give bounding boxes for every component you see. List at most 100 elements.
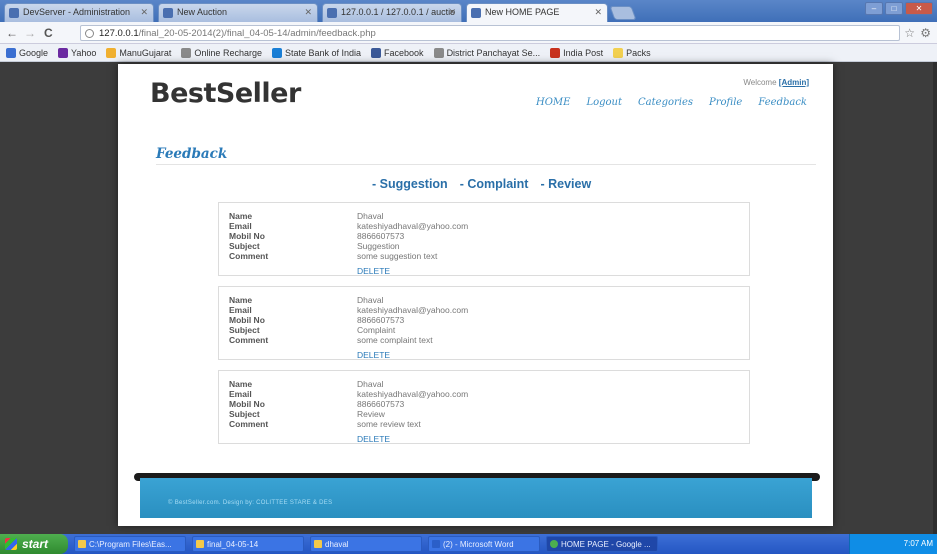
bookmark-india-post[interactable]: India Post xyxy=(550,47,603,58)
comment-label: Comment xyxy=(229,251,269,261)
tab-close-icon[interactable]: ✕ xyxy=(304,7,312,18)
page-scrollbar[interactable] xyxy=(933,62,937,534)
recharge-icon xyxy=(181,47,192,58)
taskbar-item[interactable]: final_04-05-14 xyxy=(192,536,304,552)
delete-link[interactable]: DELETE xyxy=(357,266,390,276)
taskbar-item[interactable]: (2) - Microsoft Word xyxy=(428,536,540,552)
maximize-icon[interactable]: □ xyxy=(885,2,903,15)
system-tray: 7:07 AM xyxy=(849,534,937,554)
tab-label: New Auction xyxy=(177,7,228,17)
reload-icon[interactable]: C xyxy=(44,26,53,40)
back-arrow-icon[interactable]: ← xyxy=(6,26,18,40)
os-taskbar: start C:\Program Files\Eas... final_04-0… xyxy=(0,534,937,554)
wrench-menu-icon[interactable]: ⚙ xyxy=(920,26,931,40)
tab-close-icon[interactable]: ✕ xyxy=(448,7,456,18)
facebook-icon xyxy=(371,47,382,58)
nav-categories[interactable]: Categories xyxy=(638,97,693,108)
nav-home[interactable]: HOME xyxy=(536,97,570,108)
comment-value: some complaint text xyxy=(357,335,433,345)
nav-profile[interactable]: Profile xyxy=(709,97,742,108)
taskbar-item[interactable]: dhaval xyxy=(310,536,422,552)
name-value: Dhaval xyxy=(357,211,384,221)
browser-toolbar: ← → C 127.0.0.1/final_20-05-2014(2)/fina… xyxy=(0,22,937,44)
clock[interactable]: 7:07 AM xyxy=(904,539,933,548)
browser-tab[interactable]: 127.0.0.1 / 127.0.0.1 / auctio ✕ xyxy=(322,3,462,22)
taskbar-item[interactable]: C:\Program Files\Eas... xyxy=(74,536,186,552)
india-post-icon xyxy=(550,47,561,58)
footer-text: © BestSeller.com. Design by: COLITTEE ST… xyxy=(168,500,333,506)
delete-link[interactable]: DELETE xyxy=(357,434,390,444)
folder-icon xyxy=(613,47,624,58)
nav-logout[interactable]: Logout xyxy=(586,97,622,108)
address-bar[interactable]: 127.0.0.1/final_20-05-2014(2)/final_04-0… xyxy=(80,25,900,41)
feedback-filters: - Suggestion - Complaint - Review xyxy=(372,177,591,191)
comment-value: some review text xyxy=(357,419,421,429)
bookmark-google[interactable]: Google xyxy=(6,47,48,58)
page-favicon-icon xyxy=(327,8,337,18)
word-icon xyxy=(432,540,440,548)
welcome-user-link[interactable]: [Admin] xyxy=(779,78,809,87)
page-favicon-icon xyxy=(9,8,19,18)
feedback-entry: Name Dhaval Email kateshiyadhaval@yahoo.co… xyxy=(218,286,750,360)
page-info-icon[interactable] xyxy=(85,29,94,38)
tab-label: 127.0.0.1 / 127.0.0.1 / auctio xyxy=(341,7,456,17)
bookmark-facebook[interactable]: Facebook xyxy=(371,47,424,58)
close-window-icon[interactable]: ✕ xyxy=(905,2,933,15)
divider xyxy=(156,164,816,165)
tab-close-icon[interactable]: ✕ xyxy=(594,7,602,18)
taskbar-item-active[interactable]: HOME PAGE - Google ... xyxy=(546,536,658,552)
browser-tab-strip: DevServer - Administration ✕ New Auction… xyxy=(0,0,937,22)
page-favicon-icon xyxy=(163,8,173,18)
subject-label: Subject xyxy=(229,409,260,419)
bookmark-packs[interactable]: Packs xyxy=(613,47,651,58)
browser-tab[interactable]: DevServer - Administration ✕ xyxy=(4,3,154,22)
subject-label: Subject xyxy=(229,241,260,251)
tab-close-icon[interactable]: ✕ xyxy=(140,7,148,18)
welcome-prefix: Welcome xyxy=(743,78,777,87)
browser-tab-active[interactable]: New HOME PAGE ✕ xyxy=(466,3,608,22)
name-label: Name xyxy=(229,211,253,221)
minimize-icon[interactable]: – xyxy=(865,2,883,15)
delete-link[interactable]: DELETE xyxy=(357,350,390,360)
globe-icon xyxy=(433,47,444,58)
window-controls: – □ ✕ xyxy=(865,2,933,15)
bookmark-online-recharge[interactable]: Online Recharge xyxy=(181,47,262,58)
filter-review[interactable]: - Review xyxy=(540,177,591,191)
email-label: Email xyxy=(229,221,252,231)
name-label: Name xyxy=(229,379,253,389)
filter-complaint[interactable]: - Complaint xyxy=(460,177,529,191)
sbi-icon xyxy=(271,47,282,58)
bookmark-district-panchayat[interactable]: District Panchayat Se... xyxy=(433,47,540,58)
chrome-icon xyxy=(550,540,558,548)
bookmark-sbi[interactable]: State Bank of India xyxy=(271,47,361,58)
tab-label: DevServer - Administration xyxy=(23,7,131,17)
folder-icon xyxy=(78,540,86,548)
browser-tab[interactable]: New Auction ✕ xyxy=(158,3,318,22)
mobile-label: Mobil No xyxy=(229,231,265,241)
comment-label: Comment xyxy=(229,335,269,345)
new-tab-button[interactable] xyxy=(609,6,637,20)
bookmark-star-icon[interactable]: ☆ xyxy=(904,26,915,40)
start-button[interactable]: start xyxy=(0,534,68,554)
page-container: BestSeller Welcome [Admin] HOME Logout C… xyxy=(118,64,833,526)
filter-suggestion[interactable]: - Suggestion xyxy=(372,177,448,191)
subject-value: Review xyxy=(357,409,385,419)
url-host: 127.0.0.1 xyxy=(99,28,139,39)
email-value: kateshiyadhaval@yahoo.com xyxy=(357,305,469,315)
site-logo[interactable]: BestSeller xyxy=(150,78,301,109)
subject-label: Subject xyxy=(229,325,260,335)
windows-logo-icon xyxy=(5,538,17,550)
welcome-text: Welcome [Admin] xyxy=(743,78,809,87)
nav-feedback[interactable]: Feedback xyxy=(758,97,807,108)
bookmark-manugujarat[interactable]: ManuGujarat xyxy=(106,47,171,58)
subject-value: Complaint xyxy=(357,325,396,335)
mobile-value: 8866607573 xyxy=(357,399,405,409)
bookmark-yahoo[interactable]: Yahoo xyxy=(58,47,96,58)
site-footer: © BestSeller.com. Design by: COLITTEE ST… xyxy=(140,478,812,518)
comment-value: some suggestion text xyxy=(357,251,438,261)
email-label: Email xyxy=(229,389,252,399)
yahoo-icon xyxy=(58,47,69,58)
folder-icon xyxy=(196,540,204,548)
page-title: Feedback xyxy=(156,146,228,162)
forward-arrow-icon[interactable]: → xyxy=(24,26,36,40)
